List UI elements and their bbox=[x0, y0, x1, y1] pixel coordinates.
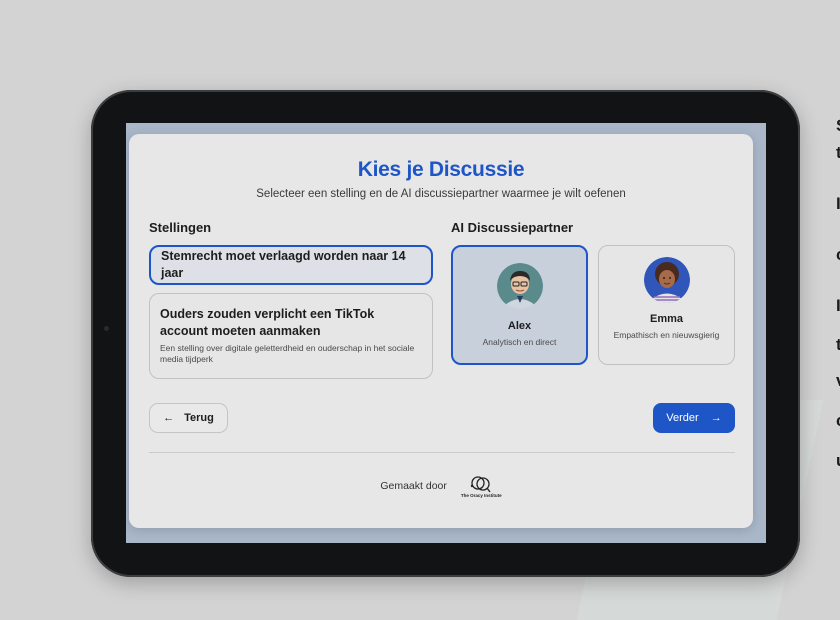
arrow-left-icon: ← bbox=[163, 412, 175, 424]
partner-name: Emma bbox=[649, 313, 684, 325]
partner-description: Empathisch en nieuwsgierig bbox=[613, 330, 720, 340]
side-text-5: I bbox=[836, 296, 840, 315]
stellingen-heading: Stellingen bbox=[149, 220, 212, 235]
logo-text: The Oracy Institute bbox=[460, 493, 502, 498]
avatar-emma bbox=[643, 257, 690, 303]
partner-description: Analytisch en direct bbox=[482, 337, 557, 347]
side-text-2: t bbox=[836, 143, 840, 162]
next-button-label: Verder bbox=[666, 412, 699, 424]
footer: Gemaakt door The Oracy Institute bbox=[129, 474, 753, 498]
back-button-label: Terug bbox=[184, 412, 214, 424]
avatar-alex bbox=[496, 263, 543, 309]
side-text-7: v bbox=[836, 372, 840, 389]
back-button[interactable]: ← Terug bbox=[149, 403, 228, 433]
next-button[interactable]: Verder → bbox=[653, 403, 735, 433]
partner-name: Alex bbox=[507, 320, 532, 332]
arrow-right-icon: → bbox=[710, 412, 722, 424]
statement-description: Een stelling over digitale geletterdheid… bbox=[160, 343, 415, 364]
statement-option-tiktok[interactable]: Ouders zouden verplicht een TikTok accou… bbox=[149, 293, 433, 379]
tablet-screen: Kies je Discussie Selecteer een stelling… bbox=[126, 123, 766, 543]
side-text-1: S bbox=[836, 117, 840, 134]
partner-card-emma[interactable]: Emma Empathisch en nieuwsgierig bbox=[598, 245, 735, 365]
page-subtitle: Selecteer een stelling en de AI discussi… bbox=[256, 188, 626, 200]
statement-title: Stemrecht moet verlaagd worden naar 14 j… bbox=[161, 249, 406, 280]
side-text-6: t bbox=[836, 335, 840, 354]
made-by-label: Gemaakt door bbox=[380, 480, 447, 492]
side-text-3: I bbox=[836, 194, 840, 213]
tablet-camera bbox=[104, 326, 109, 331]
partners-heading: AI Discussiepartner bbox=[451, 220, 574, 235]
speech-bubbles-icon bbox=[471, 476, 491, 493]
side-text-8: c bbox=[836, 412, 840, 429]
side-text-9: u bbox=[836, 452, 840, 469]
statement-title: Ouders zouden verplicht een TikTok accou… bbox=[160, 307, 375, 338]
statement-option-stemrecht[interactable]: Stemrecht moet verlaagd worden naar 14 j… bbox=[149, 245, 433, 285]
oracy-logo: The Oracy Institute bbox=[461, 474, 502, 498]
page-title: Kies je Discussie bbox=[357, 158, 525, 181]
side-text-4: c bbox=[836, 246, 840, 263]
divider bbox=[149, 452, 735, 453]
partner-card-alex[interactable]: Alex Analytisch en direct bbox=[451, 245, 588, 365]
discussion-card: Kies je Discussie Selecteer een stelling… bbox=[129, 134, 753, 528]
